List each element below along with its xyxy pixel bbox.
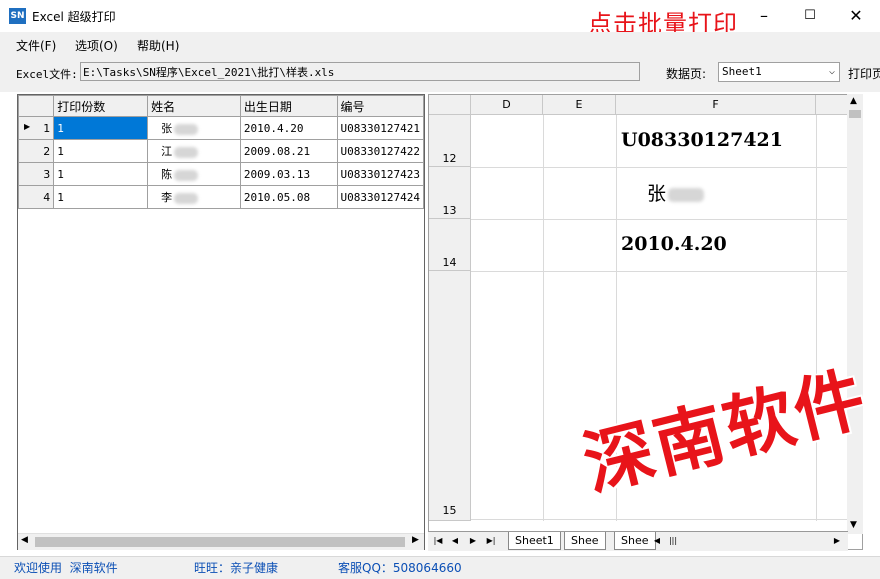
sheet-select[interactable]: Sheet1 ⌵	[718, 62, 840, 82]
grid-header-row: 打印份数 姓名 出生日期 编号	[18, 95, 424, 117]
hscroll-right-icon[interactable]: ▶	[830, 534, 844, 548]
file-path-input[interactable]: E:\Tasks\SN程序\Excel_2021\批打\样表.xls	[80, 62, 640, 81]
cell-code[interactable]: U08330127423	[336, 162, 424, 186]
cell-name[interactable]: 张	[147, 116, 241, 140]
row-header[interactable]: 3	[18, 162, 55, 186]
cell-birth[interactable]: 2010.05.08	[239, 185, 338, 209]
grid-line	[471, 519, 851, 520]
print-page-label: 打印页	[848, 67, 880, 81]
cell-code[interactable]: U08330127422	[336, 139, 424, 163]
data-grid[interactable]: 打印份数 姓名 出生日期 编号 ▶ 1 1 张 2010.4.20 U083301…	[17, 94, 425, 550]
sheet-label: 数据页:	[666, 67, 707, 81]
grid-horizontal-scrollbar[interactable]: ◀ ▶	[18, 533, 424, 550]
scroll-left-icon[interactable]: ◀	[21, 535, 28, 545]
preview-corner	[429, 95, 471, 115]
chevron-down-icon: ⌵	[828, 66, 835, 77]
sheet-tab-1[interactable]: Sheet1	[508, 532, 561, 550]
table-row[interactable]: ▶ 1 1 张 2010.4.20 U08330127421	[18, 116, 424, 140]
table-row[interactable]: 2 1 江 2009.08.21 U08330127422	[18, 139, 424, 163]
cell-name[interactable]: 陈	[147, 162, 241, 186]
cell-code-value[interactable]: U08330127421	[621, 129, 783, 151]
cell-name[interactable]: 李	[147, 185, 241, 209]
row-number-12[interactable]: 12	[429, 115, 471, 167]
table-row[interactable]: 3 1 陈 2009.03.13 U08330127423	[18, 162, 424, 186]
grid-line	[543, 115, 544, 521]
grid-line	[816, 115, 817, 521]
cell-date-value[interactable]: 2010.4.20	[621, 233, 727, 255]
sheet-select-value: Sheet1	[722, 65, 762, 78]
cell-code[interactable]: U08330127424	[336, 185, 424, 209]
col-header-d[interactable]: D	[471, 95, 543, 115]
status-wangwang: 旺旺：亲子健康	[194, 561, 279, 575]
row-number-15[interactable]: 15	[429, 271, 471, 521]
scroll-up-icon[interactable]: ▲	[850, 96, 857, 106]
col-header-birth[interactable]: 出生日期	[239, 95, 338, 117]
cell-copies[interactable]: 1	[53, 139, 149, 163]
close-button[interactable]: ✕	[833, 0, 879, 31]
file-label: Excel文件:	[16, 68, 78, 81]
table-row[interactable]: 4 1 李 2010.05.08 U08330127424	[18, 185, 424, 209]
last-sheet-icon[interactable]: ▶|	[484, 534, 498, 548]
tab-splitter-icon[interactable]: |||	[666, 534, 680, 548]
col-header-f[interactable]: F	[616, 95, 816, 115]
window-title: Excel 超级打印	[32, 10, 116, 24]
cell-birth[interactable]: 2009.08.21	[239, 139, 338, 163]
col-header-name[interactable]: 姓名	[147, 95, 241, 117]
grid-line	[471, 219, 851, 220]
status-welcome: 欢迎使用 深南软件	[14, 561, 118, 575]
cell-code[interactable]: U08330127421	[336, 116, 424, 140]
col-header-copies[interactable]: 打印份数	[53, 95, 149, 117]
cell-name-value[interactable]: 张	[647, 179, 705, 206]
menu-help[interactable]: 帮助(H)	[137, 37, 179, 54]
grid-line	[471, 271, 851, 272]
status-qq: 客服QQ：508064660	[338, 561, 462, 575]
col-header-code[interactable]: 编号	[336, 95, 424, 117]
scrollbar-thumb[interactable]	[35, 537, 405, 547]
menu-bar	[0, 32, 880, 56]
row-header[interactable]: ▶ 1	[18, 116, 55, 140]
cell-birth[interactable]: 2010.4.20	[239, 116, 338, 140]
data-grid-table: 打印份数 姓名 出生日期 编号 ▶ 1 1 张 2010.4.20 U083301…	[18, 95, 424, 209]
sheet-tab-bar: |◀ ◀ ▶ ▶| Sheet1 Shee Shee ◀ ||| ▶	[428, 531, 848, 551]
row-header[interactable]: 2	[18, 139, 55, 163]
menu-file[interactable]: 文件(F)	[16, 37, 56, 54]
menu-options[interactable]: 选项(O)	[75, 37, 118, 54]
minimize-button[interactable]: –	[741, 0, 787, 31]
row-header[interactable]: 4	[18, 185, 55, 209]
next-sheet-icon[interactable]: ▶	[466, 534, 480, 548]
scroll-down-icon[interactable]: ▼	[850, 520, 857, 530]
tab-scroll-left-icon[interactable]: ◀	[650, 534, 664, 548]
cell-copies[interactable]: 1	[53, 116, 149, 140]
cell-copies[interactable]: 1	[53, 185, 149, 209]
grid-corner	[18, 95, 55, 117]
sheet-tab-2[interactable]: Shee	[564, 532, 606, 550]
scroll-right-icon[interactable]: ▶	[412, 535, 419, 545]
preview-vertical-scrollbar[interactable]: ▲ ▼	[847, 94, 863, 534]
app-icon: SN	[9, 8, 26, 24]
cell-copies[interactable]: 1	[53, 162, 149, 186]
cell-birth[interactable]: 2009.03.13	[239, 162, 338, 186]
first-sheet-icon[interactable]: |◀	[431, 534, 445, 548]
prev-sheet-icon[interactable]: ◀	[448, 534, 462, 548]
scrollbar-thumb[interactable]	[849, 110, 861, 118]
grid-line	[471, 167, 851, 168]
row-pointer-icon: ▶	[24, 121, 31, 131]
row-number-14[interactable]: 14	[429, 219, 471, 271]
row-number-13[interactable]: 13	[429, 167, 471, 219]
col-header-e[interactable]: E	[543, 95, 616, 115]
maximize-button[interactable]: ☐	[787, 0, 833, 31]
cell-name[interactable]: 江	[147, 139, 241, 163]
